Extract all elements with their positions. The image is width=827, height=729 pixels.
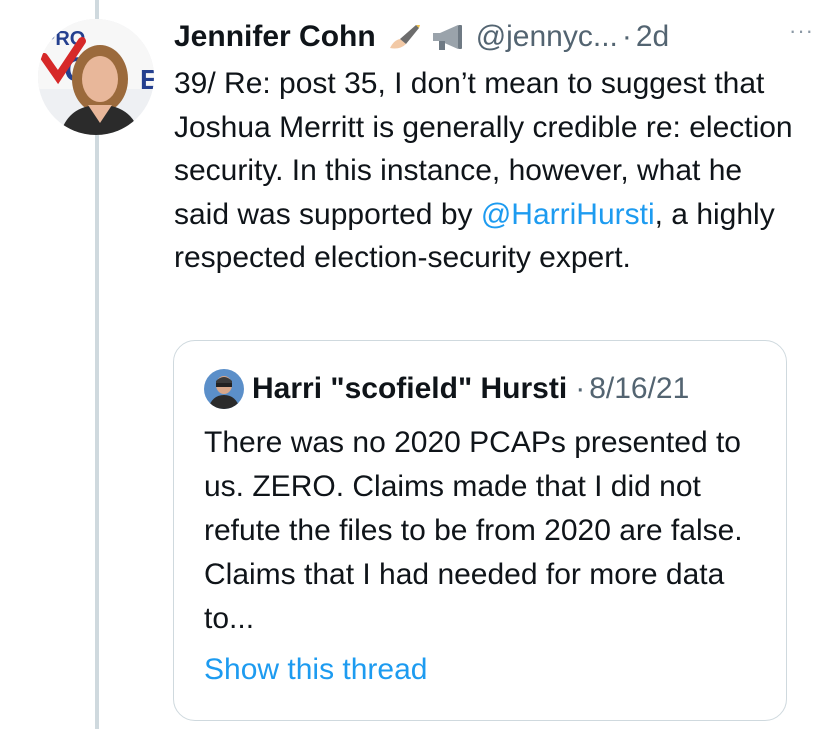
separator-dot: · bbox=[621, 20, 632, 53]
megaphone-icon bbox=[430, 22, 466, 52]
author-name[interactable]: Jennifer Cohn bbox=[174, 20, 376, 54]
author-handle[interactable]: @jennyc... bbox=[476, 20, 618, 54]
avatar-sign-letter-2: E bbox=[140, 64, 154, 95]
quoted-tweet-text: There was no 2020 PCAPs presented to us.… bbox=[204, 426, 743, 635]
avatar-image: PRO C E bbox=[38, 19, 154, 135]
avatar[interactable]: PRO C E bbox=[38, 19, 154, 135]
quoted-tweet-card[interactable]: Harri "scofield" Hursti · 8/16/21 There … bbox=[173, 340, 787, 721]
quoted-tweet-date: 8/16/21 bbox=[589, 372, 690, 405]
more-options-icon[interactable]: ··· bbox=[789, 18, 814, 44]
quoted-tweet-header: Harri "scofield" Hursti · 8/16/21 bbox=[204, 367, 689, 411]
quoted-separator-dot: · bbox=[575, 372, 586, 405]
show-this-thread-link[interactable]: Show this thread bbox=[204, 653, 427, 687]
quoted-author-name[interactable]: Harri "scofield" Hursti bbox=[252, 372, 567, 406]
quoted-author-avatar bbox=[204, 369, 244, 409]
mention-link[interactable]: @HarriHursti bbox=[481, 198, 655, 231]
tweet-header: Jennifer Cohn @jennyc... · 2d ··· bbox=[174, 14, 814, 60]
tweet-timestamp[interactable]: 2d bbox=[636, 20, 669, 54]
tweet-text: 39/ Re: post 35, I don’t mean to suggest… bbox=[174, 62, 794, 280]
writing-hand-icon bbox=[386, 22, 420, 52]
